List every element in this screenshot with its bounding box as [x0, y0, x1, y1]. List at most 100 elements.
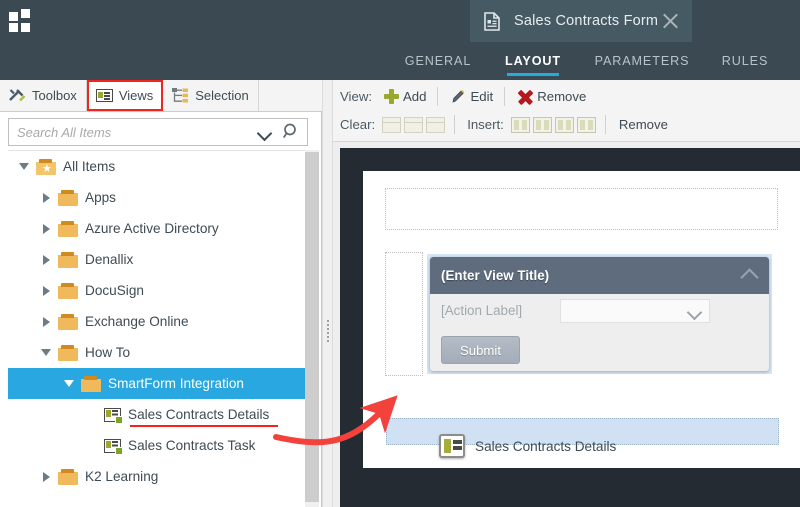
folder-star-icon: ★	[36, 158, 56, 175]
folder-icon	[58, 468, 78, 485]
tree-scrollbar-thumb[interactable]	[305, 152, 319, 502]
folder-icon	[58, 251, 78, 268]
grid-logo-icon[interactable]	[9, 9, 33, 33]
tree-node-label: Azure Active Directory	[85, 221, 219, 236]
remove-view-label: Remove	[537, 89, 587, 104]
expand-toggle-icon[interactable]	[40, 346, 53, 359]
action-label: [Action Label]	[441, 303, 523, 318]
tree-node-smartform-integration[interactable]: SmartForm Integration	[8, 368, 307, 399]
tree-node-sales-contracts-task[interactable]: Sales Contracts Task	[8, 430, 319, 461]
tree-node-label: Sales Contracts Task	[128, 438, 256, 453]
view-item-icon	[104, 407, 123, 424]
expand-toggle-icon[interactable]	[40, 191, 53, 204]
remove-cell-button[interactable]: Remove	[613, 115, 674, 134]
panel-tab-views[interactable]: Views	[86, 80, 164, 111]
panel-tab-views-label: Views	[118, 88, 154, 103]
folder-icon	[58, 344, 78, 361]
chevron-down-icon	[688, 307, 701, 316]
insert-row-below-icon[interactable]	[576, 116, 596, 133]
panel-splitter[interactable]	[322, 80, 333, 507]
add-view-label: Add	[403, 89, 427, 104]
ribbon-tab-bar: GENERAL LAYOUT PARAMETERS RULES	[0, 42, 800, 80]
tree-node-how-to[interactable]: How To	[8, 337, 319, 368]
left-panel: Toolbox Views Selection Search All Items…	[0, 80, 322, 507]
expand-toggle-icon[interactable]	[40, 253, 53, 266]
chevron-down-icon[interactable]	[253, 119, 279, 145]
red-x-icon	[518, 89, 533, 104]
application-window: Sales Contracts Form GENERAL LAYOUT PARA…	[0, 0, 800, 507]
close-icon[interactable]	[661, 11, 680, 30]
panel-tab-selection-label: Selection	[195, 88, 249, 103]
search-icon[interactable]	[279, 119, 307, 145]
tree-node-label: Exchange Online	[85, 314, 189, 329]
tree-node-label: Denallix	[85, 252, 134, 267]
view-control-header: (Enter View Title)	[430, 257, 769, 294]
pencil-icon	[451, 89, 466, 104]
remove-cell-label: Remove	[618, 117, 668, 132]
clear-table-icon[interactable]	[426, 116, 446, 133]
submit-button[interactable]: Submit	[441, 336, 520, 364]
clear-group-label: Clear:	[340, 117, 376, 132]
insert-column-right-icon[interactable]	[532, 116, 552, 133]
tree-node-label: All Items	[63, 159, 116, 174]
view-control[interactable]: (Enter View Title) [Action Label] Submit	[427, 254, 772, 374]
form-design-surface[interactable]: (Enter View Title) [Action Label] Submit	[363, 171, 800, 468]
tab-parameters[interactable]: PARAMETERS	[580, 42, 704, 80]
plus-icon	[384, 89, 400, 104]
tree-node-label: DocuSign	[85, 283, 144, 298]
expand-toggle-icon[interactable]	[63, 377, 76, 390]
add-view-button[interactable]: Add	[378, 87, 432, 106]
tree-node-exchange-online[interactable]: Exchange Online	[8, 306, 319, 337]
expand-toggle-icon[interactable]	[40, 284, 53, 297]
document-tab-title: Sales Contracts Form	[514, 13, 659, 29]
splitter-grip-icon	[327, 320, 330, 346]
folder-icon	[81, 375, 101, 392]
remove-view-button[interactable]: Remove	[512, 87, 592, 106]
canvas-backdrop: (Enter View Title) [Action Label] Submit	[340, 148, 800, 507]
layout-cell-empty-top[interactable]	[385, 188, 778, 230]
tree-node-denallix[interactable]: Denallix	[8, 244, 319, 275]
document-tab[interactable]: Sales Contracts Form	[470, 0, 692, 42]
chevron-up-icon[interactable]	[742, 269, 758, 279]
tree-node-label: K2 Learning	[85, 469, 159, 484]
layout-cell-empty-left[interactable]	[385, 252, 423, 376]
tree-node-docusign[interactable]: DocuSign	[8, 275, 319, 306]
expand-toggle-icon[interactable]	[40, 470, 53, 483]
tree-node-sales-contracts-details[interactable]: Sales Contracts Details	[8, 399, 319, 430]
action-dropdown[interactable]	[560, 299, 710, 323]
clear-column-icon[interactable]	[404, 116, 424, 133]
insert-column-left-icon[interactable]	[510, 116, 530, 133]
view-group-label: View:	[340, 89, 373, 104]
toolbar-row-view: View: Add Edit Remove	[333, 83, 800, 110]
edit-view-label: Edit	[470, 89, 494, 104]
annotation-underline	[130, 424, 278, 427]
item-tree[interactable]: ★ All Items Apps Azure Active Directory …	[8, 150, 319, 507]
submit-button-label: Submit	[459, 342, 502, 358]
tree-node-azure-active-directory[interactable]: Azure Active Directory	[8, 213, 319, 244]
panel-tab-toolbox[interactable]: Toolbox	[0, 80, 87, 111]
panel-tab-bar: Toolbox Views Selection	[0, 80, 322, 112]
edit-view-button[interactable]: Edit	[445, 87, 499, 106]
tab-layout[interactable]: LAYOUT	[494, 42, 572, 80]
panel-tab-selection[interactable]: Selection	[163, 80, 259, 111]
view-title: (Enter View Title)	[441, 268, 550, 283]
selection-tree-icon	[172, 88, 189, 103]
drag-ghost: Sales Contracts Details	[439, 434, 616, 458]
toolbox-icon	[9, 88, 26, 103]
search-input[interactable]	[9, 119, 253, 145]
tree-node-all-items[interactable]: ★ All Items	[8, 151, 319, 182]
expand-toggle-icon[interactable]	[40, 222, 53, 235]
toolbar-divider	[504, 87, 506, 106]
tab-rules[interactable]: RULES	[712, 42, 778, 80]
tab-general[interactable]: GENERAL	[392, 42, 484, 80]
tree-node-label: Sales Contracts Details	[128, 407, 270, 422]
expand-toggle-icon[interactable]	[18, 160, 31, 173]
clear-row-icon[interactable]	[382, 116, 402, 133]
tree-node-apps[interactable]: Apps	[8, 182, 319, 213]
insert-row-above-icon[interactable]	[554, 116, 574, 133]
toolbar-divider	[454, 115, 456, 134]
tree-node-k2-learning[interactable]: K2 Learning	[8, 461, 319, 492]
expand-toggle-icon[interactable]	[40, 315, 53, 328]
view-item-icon	[439, 434, 465, 458]
folder-icon	[58, 282, 78, 299]
